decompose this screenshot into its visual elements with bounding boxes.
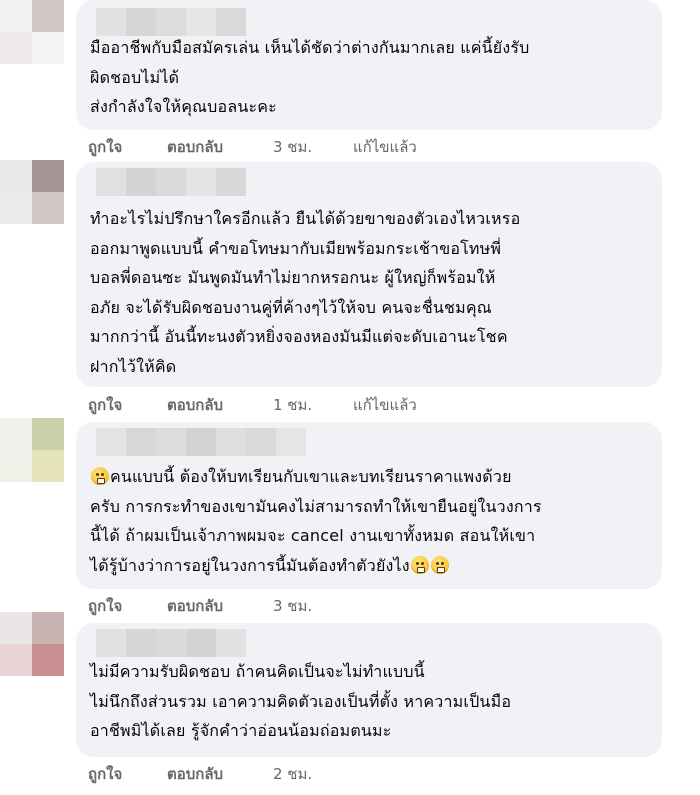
like-button[interactable]: ถูกใจ <box>88 135 167 159</box>
like-button[interactable]: ถูกใจ <box>88 393 167 417</box>
comment-actions: ถูกใจ ตอบกลับ 1 ชม. แก้ไขแล้ว <box>88 393 417 417</box>
like-button[interactable]: ถูกใจ <box>88 762 167 786</box>
comment-actions: ถูกใจ ตอบกลับ 3 ชม. แก้ไขแล้ว <box>88 135 417 159</box>
reply-button[interactable]: ตอบกลับ <box>167 594 273 618</box>
comment-text: คนแบบนี้ ต้องให้บทเรียนกับเขาและบทเรียนร… <box>90 462 648 580</box>
timestamp[interactable]: 3 ชม. <box>273 594 353 618</box>
commenter-name-blurred[interactable] <box>96 629 246 657</box>
edited-label: แก้ไขแล้ว <box>353 396 417 414</box>
avatar[interactable] <box>0 418 64 482</box>
timestamp[interactable]: 2 ชม. <box>273 762 353 786</box>
comment-actions: ถูกใจ ตอบกลับ 3 ชม. <box>88 594 353 618</box>
comment-text: มืออาชีพกับมือสมัครเล่น เห็นได้ชัดว่าต่า… <box>90 38 530 116</box>
comment-bubble: ทำอะไรไม่ปรึกษาใครอีกแล้ว ยืนได้ด้วยขาขอ… <box>76 162 662 387</box>
like-button[interactable]: ถูกใจ <box>88 594 167 618</box>
edited-label: แก้ไขแล้ว <box>353 138 417 156</box>
comment-text: ไม่มีความรับผิดชอบ ถ้าคนคิดเป็นจะไม่ทำแบ… <box>90 662 512 740</box>
comment-line: ครับ การกระทำของเขามันคงไม่สามารถทำให้เข… <box>90 496 542 516</box>
comment-actions: ถูกใจ ตอบกลับ 2 ชม. <box>88 762 353 786</box>
shocked-face-icon <box>91 467 109 485</box>
reply-button[interactable]: ตอบกลับ <box>167 393 273 417</box>
avatar[interactable] <box>0 160 64 224</box>
timestamp[interactable]: 1 ชม. <box>273 393 353 417</box>
comment-bubble: คนแบบนี้ ต้องให้บทเรียนกับเขาและบทเรียนร… <box>76 422 662 589</box>
comment-bubble: มืออาชีพกับมือสมัครเล่น เห็นได้ชัดว่าต่า… <box>76 0 662 130</box>
commenter-name-blurred[interactable] <box>96 428 306 456</box>
commenter-name-blurred[interactable] <box>96 8 246 36</box>
avatar[interactable] <box>0 612 64 676</box>
shocked-face-icon <box>410 555 429 574</box>
comment-line: ได้รู้บ้างว่าการอยู่ในวงการนี้มันต้องทำต… <box>90 555 410 575</box>
avatar[interactable] <box>0 0 64 64</box>
commenter-name-blurred[interactable] <box>96 168 246 196</box>
shocked-face-icon <box>430 555 449 574</box>
comment-bubble: ไม่มีความรับผิดชอบ ถ้าคนคิดเป็นจะไม่ทำแบ… <box>76 623 662 757</box>
reply-button[interactable]: ตอบกลับ <box>167 135 273 159</box>
comment-line: คนแบบนี้ ต้องให้บทเรียนกับเขาและบทเรียนร… <box>110 467 512 486</box>
reply-button[interactable]: ตอบกลับ <box>167 762 273 786</box>
timestamp[interactable]: 3 ชม. <box>273 135 353 159</box>
comment-line: นี้ได้ ถ้าผมเป็นเจ้าภาพผมจะ cancel งานเข… <box>90 526 536 545</box>
comment-text: ทำอะไรไม่ปรึกษาใครอีกแล้ว ยืนได้ด้วยขาขอ… <box>90 209 521 376</box>
